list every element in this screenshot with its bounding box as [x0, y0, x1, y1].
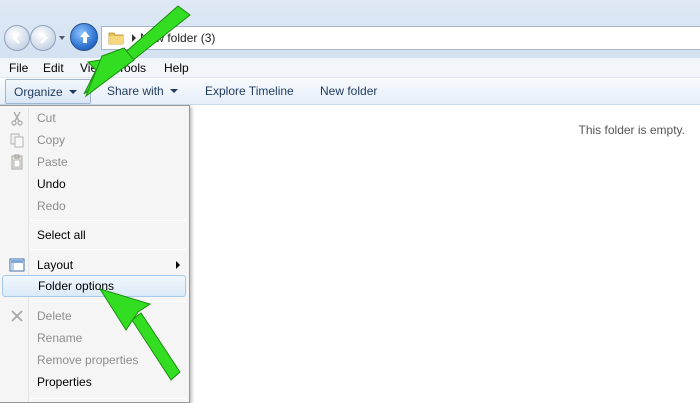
organize-caret-icon [68, 90, 77, 94]
menu-item-folder-options[interactable]: Folder options [2, 275, 186, 297]
breadcrumb-current-folder[interactable]: New folder (3) [140, 31, 215, 45]
up-icon [80, 31, 90, 43]
menu-item-label: Redo [37, 199, 66, 213]
menu-edit[interactable]: Edit [43, 61, 64, 75]
menu-item-label: Properties [37, 375, 92, 389]
organize-label: Organize [14, 85, 63, 99]
menu-item-select-all[interactable]: Select all [2, 224, 186, 246]
scissors-icon [11, 111, 23, 126]
copy-icon [10, 133, 24, 148]
menu-item-copy[interactable]: Copy [2, 129, 186, 151]
menu-item-label: Paste [37, 155, 68, 169]
menu-item-label: Folder options [38, 279, 115, 293]
explore-timeline-label: Explore Timeline [205, 84, 294, 98]
menu-separator [30, 220, 186, 221]
menu-tools[interactable]: Tools [118, 61, 146, 75]
share-with-caret-icon [169, 89, 178, 93]
menu-item-remove-properties[interactable]: Remove properties [2, 349, 186, 371]
menu-item-cut[interactable]: Cut [2, 107, 186, 129]
menu-item-label: Delete [37, 309, 72, 323]
menu-item-label: Select all [37, 228, 86, 242]
organize-menu: Cut Copy Paste Undo Redo Select all Layo… [0, 105, 190, 403]
menu-separator [30, 301, 186, 302]
back-button[interactable] [4, 25, 30, 51]
new-folder-label: New folder [320, 84, 378, 98]
organize-button[interactable]: Organize [5, 79, 91, 104]
menu-item-redo[interactable]: Redo [2, 195, 186, 217]
menu-separator [30, 249, 186, 250]
new-folder-button[interactable]: New folder [312, 79, 385, 104]
address-bar-region: New folder (3) [0, 0, 700, 58]
menu-separator [30, 398, 186, 399]
menu-file[interactable]: File [9, 61, 28, 75]
menu-item-label: Undo [37, 177, 66, 191]
share-with-label: Share with [107, 84, 164, 98]
menu-item-label: Copy [37, 133, 66, 147]
menu-item-label: Layout [37, 258, 74, 272]
forward-button[interactable] [30, 25, 56, 51]
back-icon [12, 32, 20, 44]
menu-bar: File Edit View Tools Help [0, 58, 700, 78]
folder-icon [108, 32, 124, 45]
menu-item-label: Cut [37, 111, 56, 125]
menu-item-label: Remove properties [37, 353, 139, 367]
paste-icon [11, 154, 23, 170]
menu-item-delete[interactable]: Delete [2, 305, 186, 327]
menu-view[interactable]: View [80, 61, 106, 75]
menu-help[interactable]: Help [164, 61, 189, 75]
menu-item-paste[interactable]: Paste [2, 151, 186, 173]
empty-folder-message: This folder is empty. [578, 123, 685, 137]
address-path-box[interactable]: New folder (3) [101, 26, 700, 50]
forward-icon [40, 32, 48, 44]
menu-item-properties[interactable]: Properties [2, 371, 186, 393]
explore-timeline-button[interactable]: Explore Timeline [197, 79, 302, 104]
menu-item-layout[interactable]: Layout [2, 254, 186, 276]
menu-item-rename[interactable]: Rename [2, 327, 186, 349]
breadcrumb-chevron-icon[interactable] [130, 32, 138, 44]
up-button[interactable] [70, 23, 98, 51]
recent-pages-dropdown-icon[interactable] [58, 34, 66, 42]
layout-icon [9, 258, 25, 272]
menu-item-label: Rename [37, 331, 83, 345]
share-with-button[interactable]: Share with [99, 79, 186, 104]
submenu-arrow-icon [176, 261, 180, 269]
menu-item-undo[interactable]: Undo [2, 173, 186, 195]
delete-icon [11, 310, 23, 322]
command-bar: Organize Share with Explore Timeline New… [0, 79, 700, 105]
